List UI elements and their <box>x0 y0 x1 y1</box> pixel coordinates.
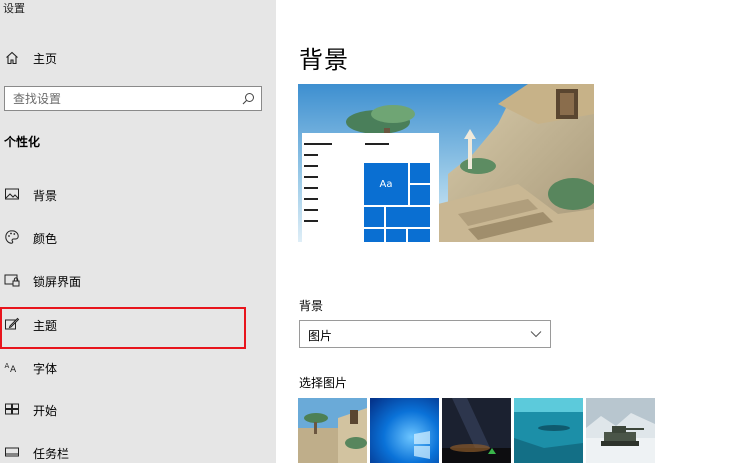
preview-window: Aa <box>302 133 439 242</box>
search-icon[interactable] <box>242 92 255 105</box>
choose-picture-label: 选择图片 <box>299 376 348 390</box>
picture-icon <box>5 188 19 200</box>
font-icon: A A <box>5 362 18 375</box>
chevron-down-icon <box>530 331 542 338</box>
picture-thumbnails <box>298 398 658 463</box>
preview-title-bar <box>365 143 389 145</box>
preview-tile <box>386 229 406 242</box>
preview-tile <box>410 185 430 205</box>
sidebar-item-label: 背景 <box>33 189 58 203</box>
sidebar-item-color[interactable]: 颜色 <box>0 224 276 252</box>
thumbnail-snow-tank[interactable] <box>586 398 655 463</box>
preview-tile-aa: Aa <box>364 163 408 205</box>
svg-text:A: A <box>5 362 10 370</box>
highlight-box <box>0 307 246 349</box>
sidebar-item-label: 颜色 <box>33 232 58 246</box>
lock-screen-icon <box>4 274 20 287</box>
background-preview: Aa <box>298 84 594 242</box>
taskbar-icon <box>5 447 19 457</box>
section-title: 个性化 <box>4 135 41 149</box>
svg-text:A: A <box>10 365 17 375</box>
sidebar-item-label: 锁屏界面 <box>33 275 82 289</box>
sidebar-item-background[interactable]: 背景 <box>0 181 276 209</box>
palette-icon <box>5 230 19 244</box>
background-type-value: 图片 <box>308 329 333 343</box>
search-input[interactable] <box>5 87 235 110</box>
background-type-select[interactable]: 图片 <box>299 320 551 348</box>
thumbnail-night-sky[interactable] <box>442 398 511 463</box>
settings-window: 设置 主页 个性化 背景 <box>0 0 730 463</box>
home-icon <box>6 51 18 65</box>
search-box[interactable] <box>4 86 262 111</box>
preview-tile <box>364 207 384 227</box>
sidebar-item-lock-screen[interactable]: 锁屏界面 <box>0 267 276 295</box>
sidebar-item-taskbar[interactable]: 任务栏 <box>0 439 276 463</box>
sidebar: 设置 主页 个性化 背景 <box>0 0 276 463</box>
preview-tile <box>364 229 384 242</box>
sidebar-item-label: 字体 <box>33 362 58 376</box>
sidebar-item-label: 任务栏 <box>33 447 70 461</box>
app-title: 设置 <box>3 2 25 15</box>
sidebar-item-label: 开始 <box>33 404 58 418</box>
thumbnail-windows-blue[interactable] <box>370 398 439 463</box>
background-label: 背景 <box>299 299 324 313</box>
sidebar-item-home[interactable]: 主页 <box>0 44 276 72</box>
sidebar-item-font[interactable]: A A 字体 <box>0 354 276 382</box>
start-icon <box>5 403 19 415</box>
preview-tiles: Aa <box>364 163 430 242</box>
page-title: 背景 <box>299 46 349 74</box>
main-content: 背景 Aa 背景 图片 选择图片 <box>276 0 730 463</box>
sidebar-item-label: 主页 <box>33 52 58 66</box>
sidebar-item-start[interactable]: 开始 <box>0 396 276 424</box>
preview-tile <box>386 207 430 227</box>
preview-tile <box>410 163 430 183</box>
thumbnail-beach-stairs[interactable] <box>298 398 367 463</box>
preview-list <box>304 143 332 231</box>
thumbnail-underwater[interactable] <box>514 398 583 463</box>
preview-tile <box>408 229 430 242</box>
